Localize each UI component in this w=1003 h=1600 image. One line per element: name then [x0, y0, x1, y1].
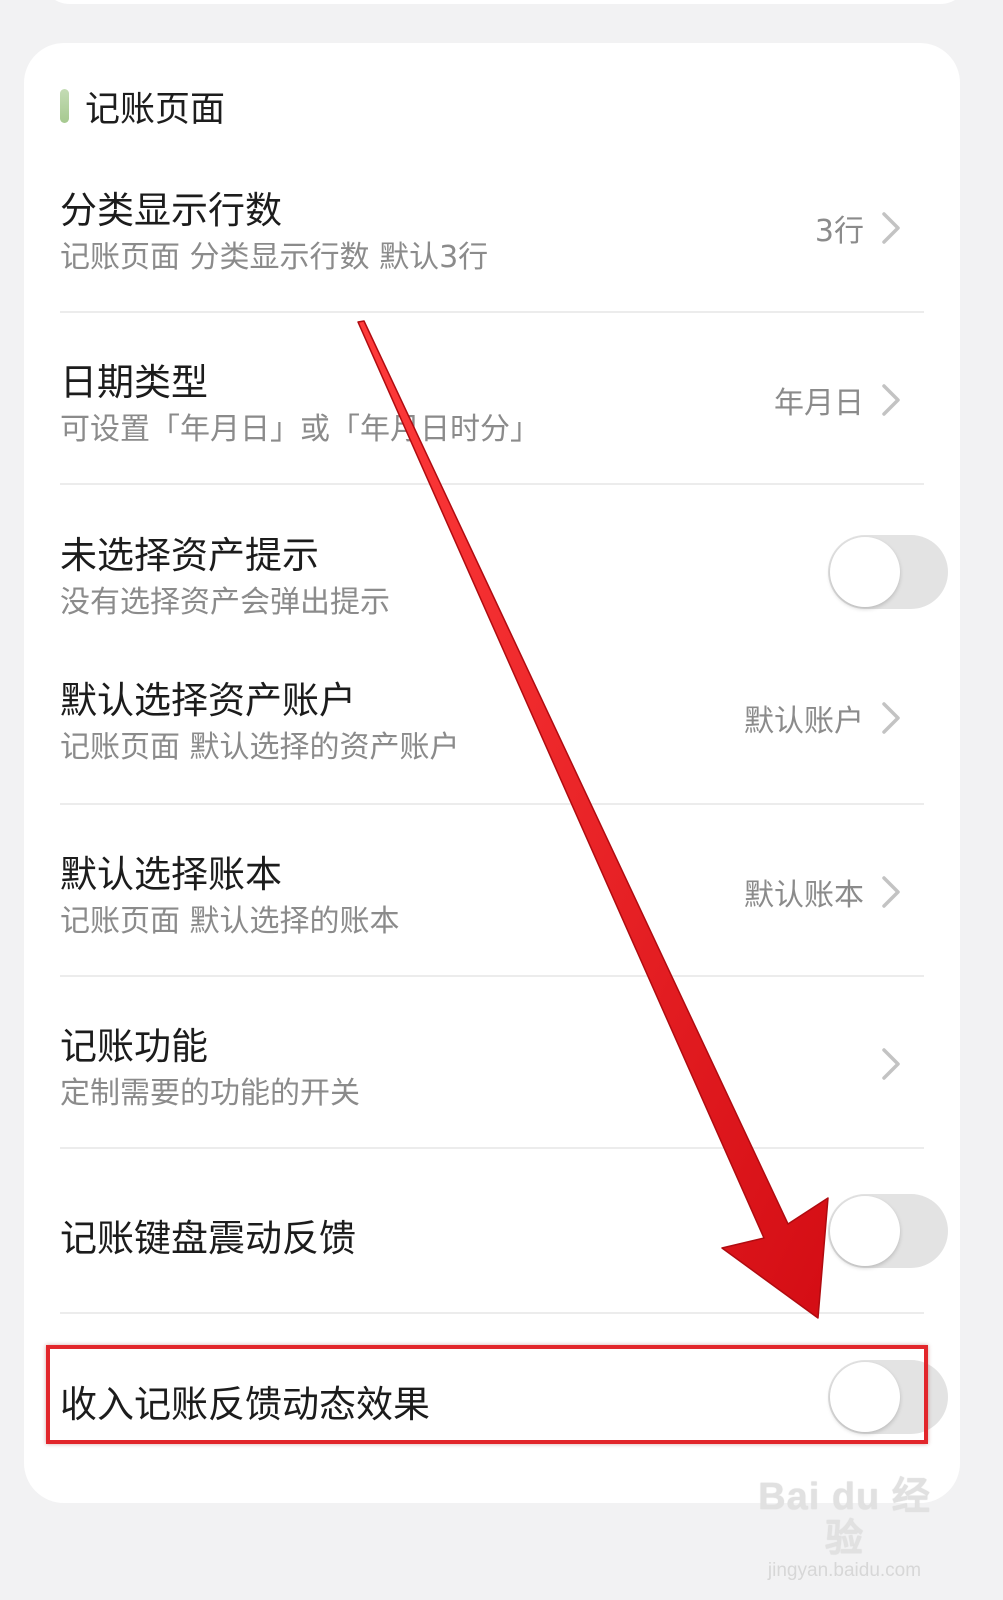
divider	[60, 803, 924, 805]
setting-title: 分类显示行数	[60, 189, 282, 232]
setting-subtitle: 记账页面 默认选择的账本	[60, 904, 400, 939]
setting-row-date-type[interactable]: 日期类型 可设置「年月日」或「年月日时分」 年月日	[60, 342, 924, 484]
setting-title: 默认选择账本	[60, 853, 282, 896]
setting-subtitle: 定制需要的功能的开关	[60, 1076, 360, 1111]
setting-row-no-asset-prompt: 未选择资产提示 没有选择资产会弹出提示	[60, 515, 948, 635]
section-header: 记账页面	[60, 84, 225, 130]
divider	[60, 1312, 924, 1314]
watermark-main-text: Bai du 经验	[758, 1476, 931, 1560]
setting-value: 默认账本	[744, 878, 864, 913]
divider	[60, 311, 924, 313]
divider	[60, 1147, 924, 1149]
chevron-right-icon	[878, 872, 906, 912]
setting-title: 记账键盘震动反馈	[60, 1217, 356, 1260]
setting-title: 默认选择资产账户	[60, 679, 356, 722]
chevron-right-icon	[878, 380, 906, 420]
chevron-right-icon	[878, 208, 906, 248]
toggle-knob	[830, 1196, 900, 1266]
no-asset-prompt-toggle[interactable]	[828, 535, 948, 609]
setting-title: 日期类型	[60, 361, 208, 404]
chevron-right-icon	[878, 1044, 906, 1084]
setting-value: 3行	[814, 214, 864, 249]
setting-row-bookkeeping-features[interactable]: 记账功能 定制需要的功能的开关	[60, 1006, 924, 1148]
section-accent-bar	[60, 89, 69, 123]
previous-card-edge	[40, 0, 970, 4]
setting-row-category-rows[interactable]: 分类显示行数 记账页面 分类显示行数 默认3行 3行	[60, 170, 924, 312]
setting-subtitle: 记账页面 分类显示行数 默认3行	[60, 240, 489, 275]
setting-row-default-ledger[interactable]: 默认选择账本 记账页面 默认选择的账本 默认账本	[60, 834, 924, 976]
setting-subtitle: 没有选择资产会弹出提示	[60, 585, 390, 620]
setting-title: 未选择资产提示	[60, 534, 319, 577]
keyboard-vibration-toggle[interactable]	[828, 1194, 948, 1268]
highlight-annotation-box	[46, 1345, 928, 1444]
setting-row-keyboard-vibration: 记账键盘震动反馈	[60, 1150, 948, 1310]
section-title: 记账页面	[85, 89, 226, 130]
divider	[60, 483, 924, 485]
setting-subtitle: 可设置「年月日」或「年月日时分」	[60, 412, 540, 447]
setting-value: 年月日	[774, 386, 864, 421]
divider	[60, 975, 924, 977]
setting-row-default-asset-account[interactable]: 默认选择资产账户 记账页面 默认选择的资产账户 默认账户	[60, 660, 924, 802]
toggle-knob	[830, 537, 900, 607]
setting-title: 记账功能	[60, 1025, 208, 1068]
setting-subtitle: 记账页面 默认选择的资产账户	[60, 730, 460, 765]
watermark-url: jingyan.baidu.com	[767, 1560, 922, 1581]
setting-value: 默认账户	[744, 704, 864, 739]
baidu-jingyan-watermark: Bai du 经验 jingyan.baidu.com	[752, 1460, 937, 1581]
chevron-right-icon	[878, 698, 906, 738]
